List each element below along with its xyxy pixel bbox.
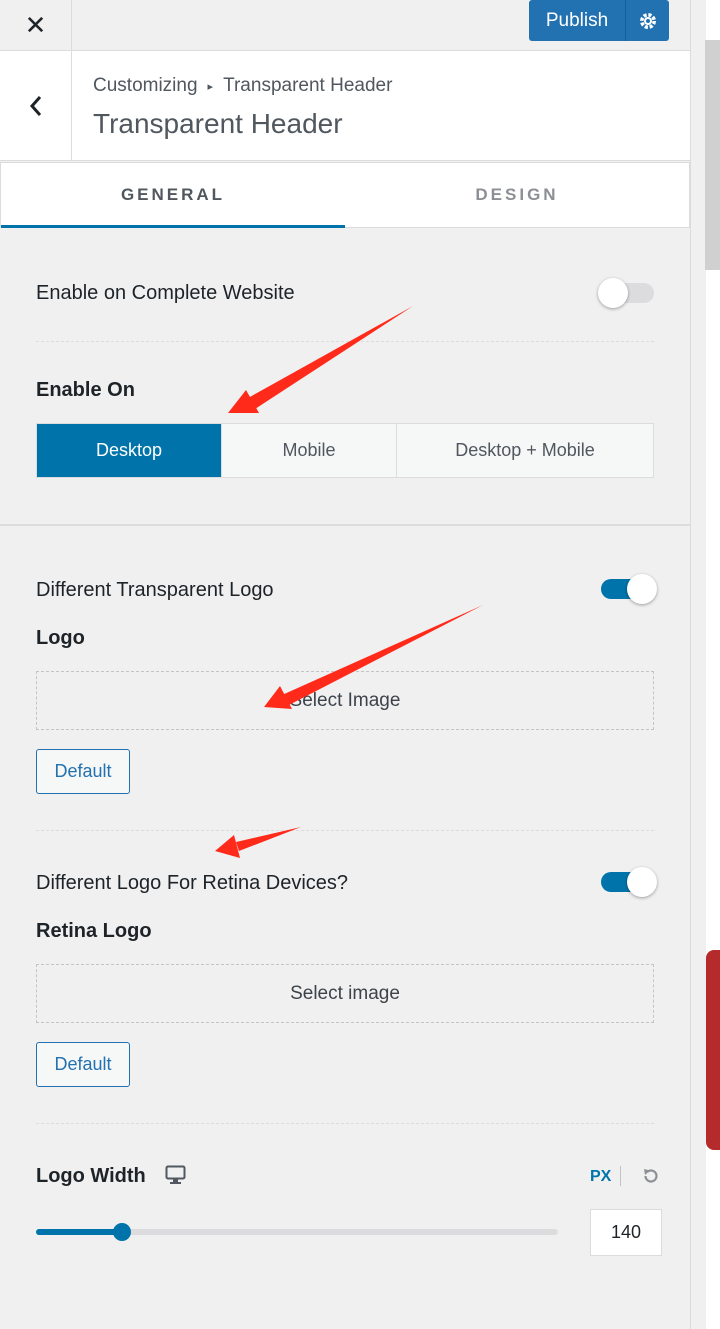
option-mobile[interactable]: Mobile — [222, 424, 397, 477]
transparent-logo-label: Different Transparent Logo — [36, 579, 274, 601]
breadcrumb-root: Customizing — [93, 75, 198, 96]
enable-complete-label: Enable on Complete Website — [36, 282, 295, 304]
slider-handle[interactable] — [113, 1223, 132, 1241]
publish-group: Publish — [529, 0, 669, 41]
breadcrumb-separator-icon: ▸ — [207, 80, 214, 93]
publish-settings-button[interactable] — [625, 0, 669, 41]
logo-width-label: Logo Width — [36, 1165, 146, 1187]
retina-toggle-label: Different Logo For Retina Devices? — [36, 872, 349, 894]
logo-default-button[interactable]: Default — [36, 749, 130, 794]
divider — [36, 830, 654, 831]
retina-logo-label: Retina Logo — [36, 920, 152, 942]
toggle-knob — [598, 278, 628, 308]
enable-complete-toggle[interactable] — [598, 278, 654, 308]
breadcrumb-current: Transparent Header — [223, 75, 393, 96]
top-bar: ✕ Publish — [0, 0, 690, 51]
annotation-arrow — [215, 827, 301, 858]
option-desktop[interactable]: Desktop — [37, 424, 222, 477]
close-button[interactable]: ✕ — [0, 0, 72, 50]
enable-on-label: Enable On — [36, 379, 135, 401]
unit-selector[interactable]: PX — [590, 1168, 611, 1186]
back-button[interactable] — [0, 51, 72, 160]
preview-image-fragment — [706, 950, 720, 1150]
section-header: Customizing ▸ Transparent Header Transpa… — [0, 51, 690, 161]
divider — [36, 341, 654, 342]
logo-label: Logo — [36, 627, 85, 649]
transparent-logo-toggle[interactable] — [601, 574, 657, 604]
publish-button[interactable]: Publish — [529, 0, 625, 41]
logo-select-image[interactable]: Select Image — [36, 671, 654, 730]
logo-width-input[interactable]: 140 — [590, 1209, 662, 1256]
enable-on-selector: Desktop Mobile Desktop + Mobile — [36, 423, 654, 478]
divider — [36, 1123, 654, 1124]
gear-icon — [639, 12, 656, 29]
reset-icon[interactable] — [641, 1166, 661, 1186]
toggle-knob — [627, 574, 657, 604]
logo-width-slider[interactable] — [36, 1223, 558, 1241]
page-title: Transparent Header — [93, 108, 343, 139]
retina-logo-select-image[interactable]: Select image — [36, 964, 654, 1023]
option-desktop-mobile[interactable]: Desktop + Mobile — [397, 424, 653, 477]
close-icon: ✕ — [24, 9, 47, 40]
unit-separator — [620, 1166, 621, 1186]
monitor-icon[interactable] — [165, 1165, 186, 1185]
tab-general[interactable]: GENERAL — [1, 163, 345, 228]
breadcrumb: Customizing ▸ Transparent Header — [93, 75, 392, 97]
slider-fill — [36, 1229, 123, 1235]
back-arrow-icon — [29, 95, 41, 116]
retina-logo-toggle[interactable] — [601, 867, 657, 897]
toggle-knob — [627, 867, 657, 897]
annotation-arrow — [228, 306, 413, 413]
section-divider — [0, 524, 690, 526]
tab-design[interactable]: DESIGN — [345, 163, 689, 227]
scrollbar-thumb[interactable] — [705, 40, 720, 270]
retina-logo-default-button[interactable]: Default — [36, 1042, 130, 1087]
tab-bar: GENERAL DESIGN — [0, 162, 690, 228]
